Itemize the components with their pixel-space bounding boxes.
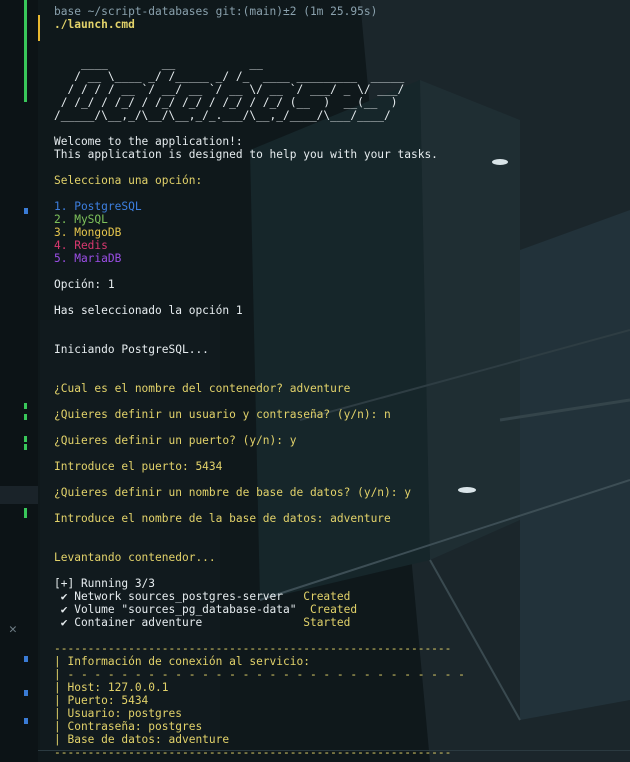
git-change-marker [24,414,27,420]
step-status: Started [303,616,351,629]
git-change-marker [24,656,28,662]
option-mariadb: 5. MariaDB [54,252,122,265]
git-change-marker [24,403,27,409]
raising-message: Levantando contenedor... [54,551,216,564]
welcome-line: Welcome to the application!: [54,135,243,148]
close-icon[interactable]: ✕ [9,622,17,637]
info-db: | Base de datos: adventure [54,733,230,746]
selected-message: Has seleccionado la opción 1 [54,304,243,317]
step-network: ✔ Network sources_postgres-server Create… [54,590,351,603]
select-prompt: Selecciona una opción: [54,174,203,187]
git-change-marker [24,436,27,442]
input-db-name: Introduce el nombre de la base de datos:… [54,512,391,525]
info-dash: | - - - - - - - - - - - - - - - - - - - … [54,668,465,681]
prompt-status: base ~/script-databases git:(main)±2 (1m… [54,5,378,18]
git-change-marker [24,0,27,102]
option-mongodb: 3. MongoDB [54,226,122,239]
info-rule-bottom: ----------------------------------------… [54,746,452,759]
question-container-name: ¿Cual es el nombre del contenedor? adven… [54,382,351,395]
banner-line: ____ __ __ [54,57,263,70]
info-host: | Host: 127.0.0.1 [54,681,169,694]
terminal-window: ✕ base ~/script-databases git:(main)±2 (… [0,0,630,762]
git-change-marker [24,718,28,724]
step-container: ✔ Container adventure Started [54,616,351,629]
banner-line: / / / / __ `/ __/ __ `/ __ \/ __ `/ ___/… [54,83,405,96]
info-pass: | Contraseña: postgres [54,720,203,733]
editor-gutter [0,0,38,762]
question-user-pass: ¿Quieres definir un usuario y contraseña… [54,408,391,421]
git-change-marker [24,208,28,214]
input-port: Introduce el puerto: 5434 [54,460,223,473]
terminal-output: base ~/script-databases git:(main)±2 (1m… [54,5,630,759]
git-change-marker [24,690,28,696]
selected-option: Opción: 1 [54,278,115,291]
info-title: | Información de conexión al servicio: [54,655,310,668]
step-volume: ✔ Volume "sources_pg_database-data" Crea… [54,603,358,616]
info-rule-top: ----------------------------------------… [54,642,452,655]
cursor-marker [38,15,40,41]
info-port: | Puerto: 5434 [54,694,149,707]
running-status: [+] Running 3/3 [54,577,156,590]
question-db-name: ¿Quieres definir un nombre de base de da… [54,486,411,499]
banner-line: /_____/\__,_/\__/\__,_/_.___/\__,_/____/… [54,109,391,122]
info-user: | Usuario: postgres [54,707,182,720]
gutter-highlight [0,486,38,504]
prompt-command: ./launch.cmd [54,18,135,31]
option-redis: 4. Redis [54,239,108,252]
step-status: Created [309,603,358,616]
question-port: ¿Quieres definir un puerto? (y/n): y [54,434,297,447]
git-change-marker [24,444,27,450]
step-status: Created [303,590,351,603]
welcome-line: This application is designed to help you… [54,148,438,161]
option-postgresql: 1. PostgreSQL [54,200,142,213]
git-change-marker [24,508,27,518]
starting-message: Iniciando PostgreSQL... [54,343,209,356]
option-mysql: 2. MySQL [54,213,108,226]
banner-line: / __ \____ _/ /_____ _/ /_ ____ ________… [54,70,405,83]
banner-line: / /_/ / /_/ / /_/ /_/ / /_/ / /_/ (__ ) … [54,96,398,109]
divider [38,750,630,751]
